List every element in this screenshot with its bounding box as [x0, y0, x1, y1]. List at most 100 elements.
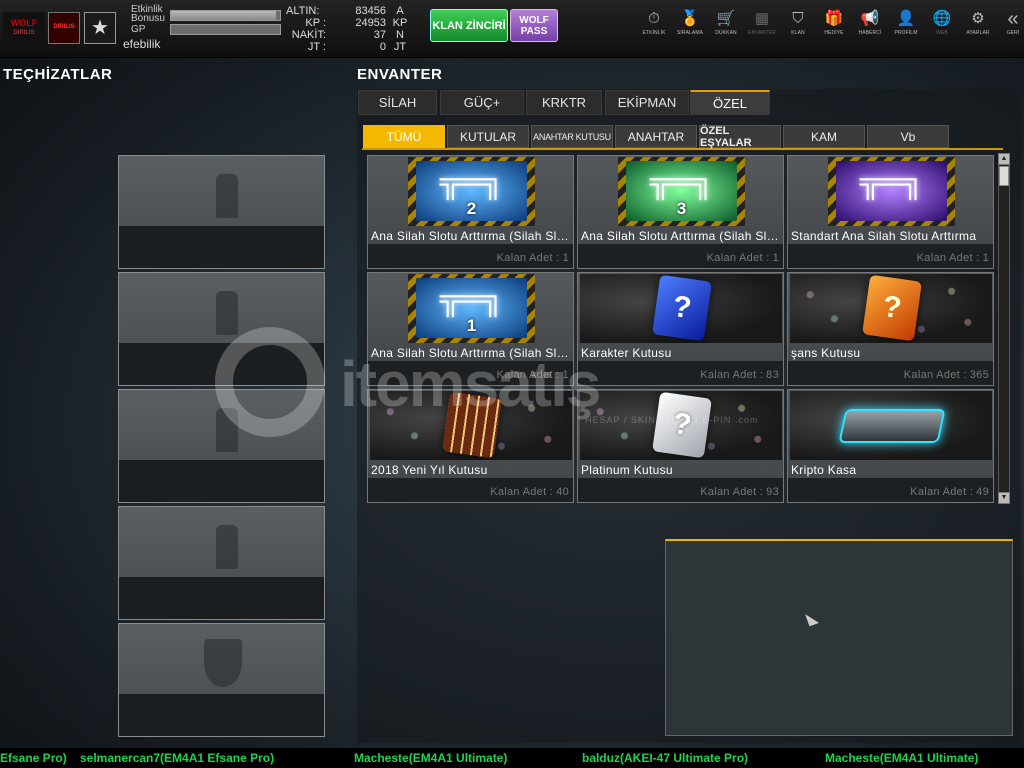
- weapon-slot-art: ╦═╗ 2: [408, 157, 535, 226]
- equipment-slot[interactable]: [118, 623, 325, 737]
- remaining-label: Kalan Adet :: [916, 252, 980, 264]
- crypto-case-icon: [838, 409, 946, 443]
- nav-label: DÜKKAN: [715, 30, 737, 36]
- rifle-icon: ╦═╗: [649, 165, 714, 198]
- stopwatch-icon: ⏱: [648, 10, 660, 27]
- item-name: Kripto Kasa: [791, 463, 857, 477]
- nav-inventory-button[interactable]: ▦ ENVANTER: [744, 8, 780, 48]
- item-name: Ana Silah Slotu Arttırma (Silah Slotu 2): [371, 229, 571, 243]
- tab-krktr[interactable]: KRKTR: [526, 90, 602, 115]
- kill-feed-ticker: Efsane Pro) selmanercan7(EM4A1 Efsane Pro…: [0, 748, 1024, 768]
- nav-medal-button[interactable]: 🏅 SIRALAMA: [672, 8, 708, 48]
- item-name: şans Kutusu: [791, 346, 861, 360]
- tab-silah[interactable]: SİLAH: [358, 90, 437, 115]
- rifle-icon: ╦═╗: [859, 165, 924, 198]
- currency-panel: ALTIN: 83456 A KP : 24953 KP NAKİT: 37 N JT : 0 JT: [286, 5, 420, 53]
- item-remaining: Kalan Adet :1: [707, 252, 779, 264]
- equipment-slot[interactable]: [118, 506, 325, 620]
- mystery-box-icon: ?: [652, 391, 712, 459]
- inventory-item-card[interactable]: ╦═╗ 2 Ana Silah Slotu Arttırma (Silah Slot…: [367, 155, 574, 269]
- subtab-anahtar[interactable]: ANAHTAR: [615, 125, 697, 148]
- equipment-slot[interactable]: [118, 155, 325, 269]
- currency-unit: JT: [393, 41, 407, 53]
- remaining-label: Kalan Adet :: [700, 486, 764, 498]
- slot-footer: [119, 694, 324, 736]
- weapon-slot-art: ╦═╗: [828, 157, 955, 226]
- inventory-item-card[interactable]: ╦═╗ 3 Ana Silah Slotu Arttırma (Silah Slot…: [577, 155, 784, 269]
- item-remaining: Kalan Adet :365: [904, 369, 989, 381]
- inventory-item-card[interactable]: ? Karakter Kutusu Kalan Adet :83: [577, 272, 784, 386]
- currency-label: JT :: [307, 41, 326, 53]
- ticker-entry: Macheste(EM4A1 Ultimate): [354, 751, 508, 765]
- nav-label: WEB: [936, 30, 948, 36]
- subtab-ozel-esyalar[interactable]: ÖZEL EŞYALAR: [699, 125, 781, 149]
- inventory-item-card[interactable]: 2018 Yeni Yıl Kutusu Kalan Adet :40: [367, 389, 574, 503]
- nav-stopwatch-button[interactable]: ⏱ ETKİNLİK: [636, 8, 672, 48]
- subtab-vb[interactable]: Vb: [867, 125, 949, 148]
- globe-icon: 🌐: [932, 10, 952, 27]
- remaining-label: Kalan Adet :: [706, 252, 770, 264]
- remaining-label: Kalan Adet :: [700, 369, 764, 381]
- inventory-item-card[interactable]: ╦═╗ Standart Ana Silah Slotu Arttırma Kala…: [787, 155, 994, 269]
- item-name: Ana Silah Slotu Arttırma (Silah Slotu 3): [581, 229, 781, 243]
- weapon-slot-art: ╦═╗ 1: [408, 274, 535, 343]
- currency-row: JT : 0 JT: [286, 41, 420, 53]
- rank-icon: ★: [84, 12, 116, 44]
- item-name: Ana Silah Slotu Arttırma (Silah Slotu 1): [371, 346, 571, 360]
- nav-globe-button[interactable]: 🌐 WEB: [924, 8, 960, 48]
- slot-number: 1: [466, 316, 477, 335]
- scroll-up-button[interactable]: ▲: [998, 153, 1010, 165]
- subtab-anahtar-kutusu[interactable]: ANAHTAR KUTUSU: [531, 125, 613, 148]
- remaining-label: Kalan Adet :: [496, 252, 560, 264]
- nav-label: AYARLAR: [966, 30, 990, 36]
- wolf-pass-button[interactable]: WOLF PASS: [510, 9, 558, 42]
- remaining-label: Kalan Adet :: [490, 486, 554, 498]
- equipment-slot[interactable]: [118, 389, 325, 503]
- subtab-kam[interactable]: KAM: [783, 125, 865, 148]
- inventory-scrollbar[interactable]: [998, 153, 1010, 504]
- currency-label: NAKİT:: [291, 29, 326, 41]
- clan-chain-button[interactable]: KLAN ZİNCİRİ: [430, 9, 508, 42]
- nav-back-button[interactable]: «GERİ: [996, 8, 1024, 48]
- nav-gear-button[interactable]: ⚙ AYARLAR: [960, 8, 996, 48]
- scroll-down-button[interactable]: ▼: [998, 492, 1010, 504]
- megaphone-icon: 📢: [860, 10, 880, 27]
- item-art: ╦═╗ 2: [370, 157, 572, 226]
- clan-badge[interactable]: DIRILIS: [48, 12, 80, 44]
- tab-ekipman[interactable]: EKİPMAN: [605, 90, 689, 115]
- subtab-tumu[interactable]: TÜMÜ: [363, 125, 445, 148]
- subtab-kutular[interactable]: KUTULAR: [447, 125, 529, 148]
- item-detail-panel: [665, 539, 1013, 736]
- nav-megaphone-button[interactable]: 📢 HABERCİ: [852, 8, 888, 48]
- nav-cart-button[interactable]: 🛒 DÜKKAN: [708, 8, 744, 48]
- scroll-thumb[interactable]: [999, 166, 1009, 186]
- inventory-item-card[interactable]: ? Platinum Kutusu Kalan Adet :93: [577, 389, 784, 503]
- inventory-item-card[interactable]: ? şans Kutusu Kalan Adet :365: [787, 272, 994, 386]
- slot-footer: [119, 343, 324, 385]
- event-bonus-label: Etkinlik Bonusu: [131, 4, 165, 24]
- equipment-slot[interactable]: [118, 272, 325, 386]
- tab-guc[interactable]: GÜÇ+: [440, 90, 524, 115]
- ticker-entry: Macheste(EM4A1 Ultimate): [825, 751, 979, 765]
- nav-label: ETKİNLİK: [642, 30, 666, 36]
- nav-gift-button[interactable]: 🎁 HEDİYE: [816, 8, 852, 48]
- currency-row: NAKİT: 37 N: [286, 29, 420, 41]
- inventory-item-card[interactable]: ╦═╗ 1 Ana Silah Slotu Arttırma (Silah Slot…: [367, 272, 574, 386]
- inventory-item-card[interactable]: Kripto Kasa Kalan Adet :49: [787, 389, 994, 503]
- subtab-underline: [362, 148, 1003, 150]
- item-art: ?: [790, 274, 992, 343]
- currency-value: 24953: [355, 17, 386, 29]
- currency-unit: KP: [392, 17, 408, 29]
- item-remaining: Kalan Adet :1: [917, 252, 989, 264]
- item-remaining: Kalan Adet :83: [700, 369, 779, 381]
- nav-label: HABERCİ: [858, 30, 882, 36]
- tab-ozel[interactable]: ÖZEL: [690, 90, 770, 115]
- mystery-box-icon: ?: [862, 274, 922, 342]
- nav-profile-button[interactable]: 👤 PROFİLM: [888, 8, 924, 48]
- remaining-label: Kalan Adet :: [910, 486, 974, 498]
- slot-number: 2: [466, 199, 477, 218]
- nav-shield-button[interactable]: ⛉ KLAN: [780, 8, 816, 48]
- ticker-entry: Efsane Pro): [0, 751, 67, 765]
- item-art: ?: [580, 391, 782, 460]
- armor-shield-icon: [204, 639, 242, 687]
